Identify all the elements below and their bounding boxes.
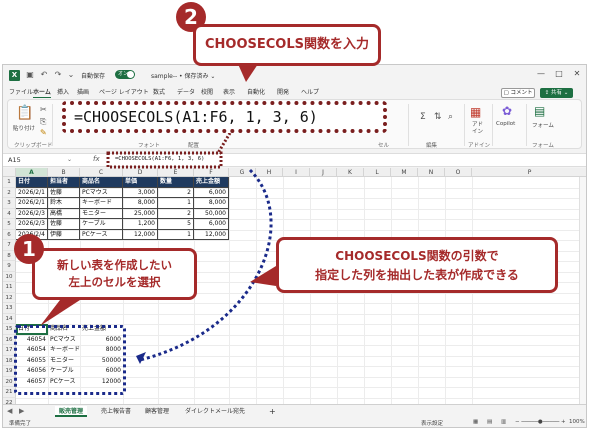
result-text-line2: 指定した列を抽出した表が作成できる	[315, 268, 519, 282]
step1-text-line1: 新しい表を作成したい	[57, 258, 172, 272]
result-text-line1: CHOOSECOLS関数の引数で	[335, 249, 499, 263]
formula-enlarged: =CHOOSECOLS(A1:F6, 1, 3, 6)	[62, 101, 387, 133]
result-callout: CHOOSECOLS関数の引数で 指定した列を抽出した表が作成できる	[276, 237, 558, 293]
step1-text-line2: 左上のセルを選択	[68, 275, 161, 289]
result-table-highlight	[14, 325, 126, 395]
step1-callout: 新しい表を作成したい 左上のセルを選択	[32, 248, 197, 300]
step1-badge: 1	[14, 234, 44, 264]
step2-callout: CHOOSECOLS関数を入力	[193, 24, 381, 66]
